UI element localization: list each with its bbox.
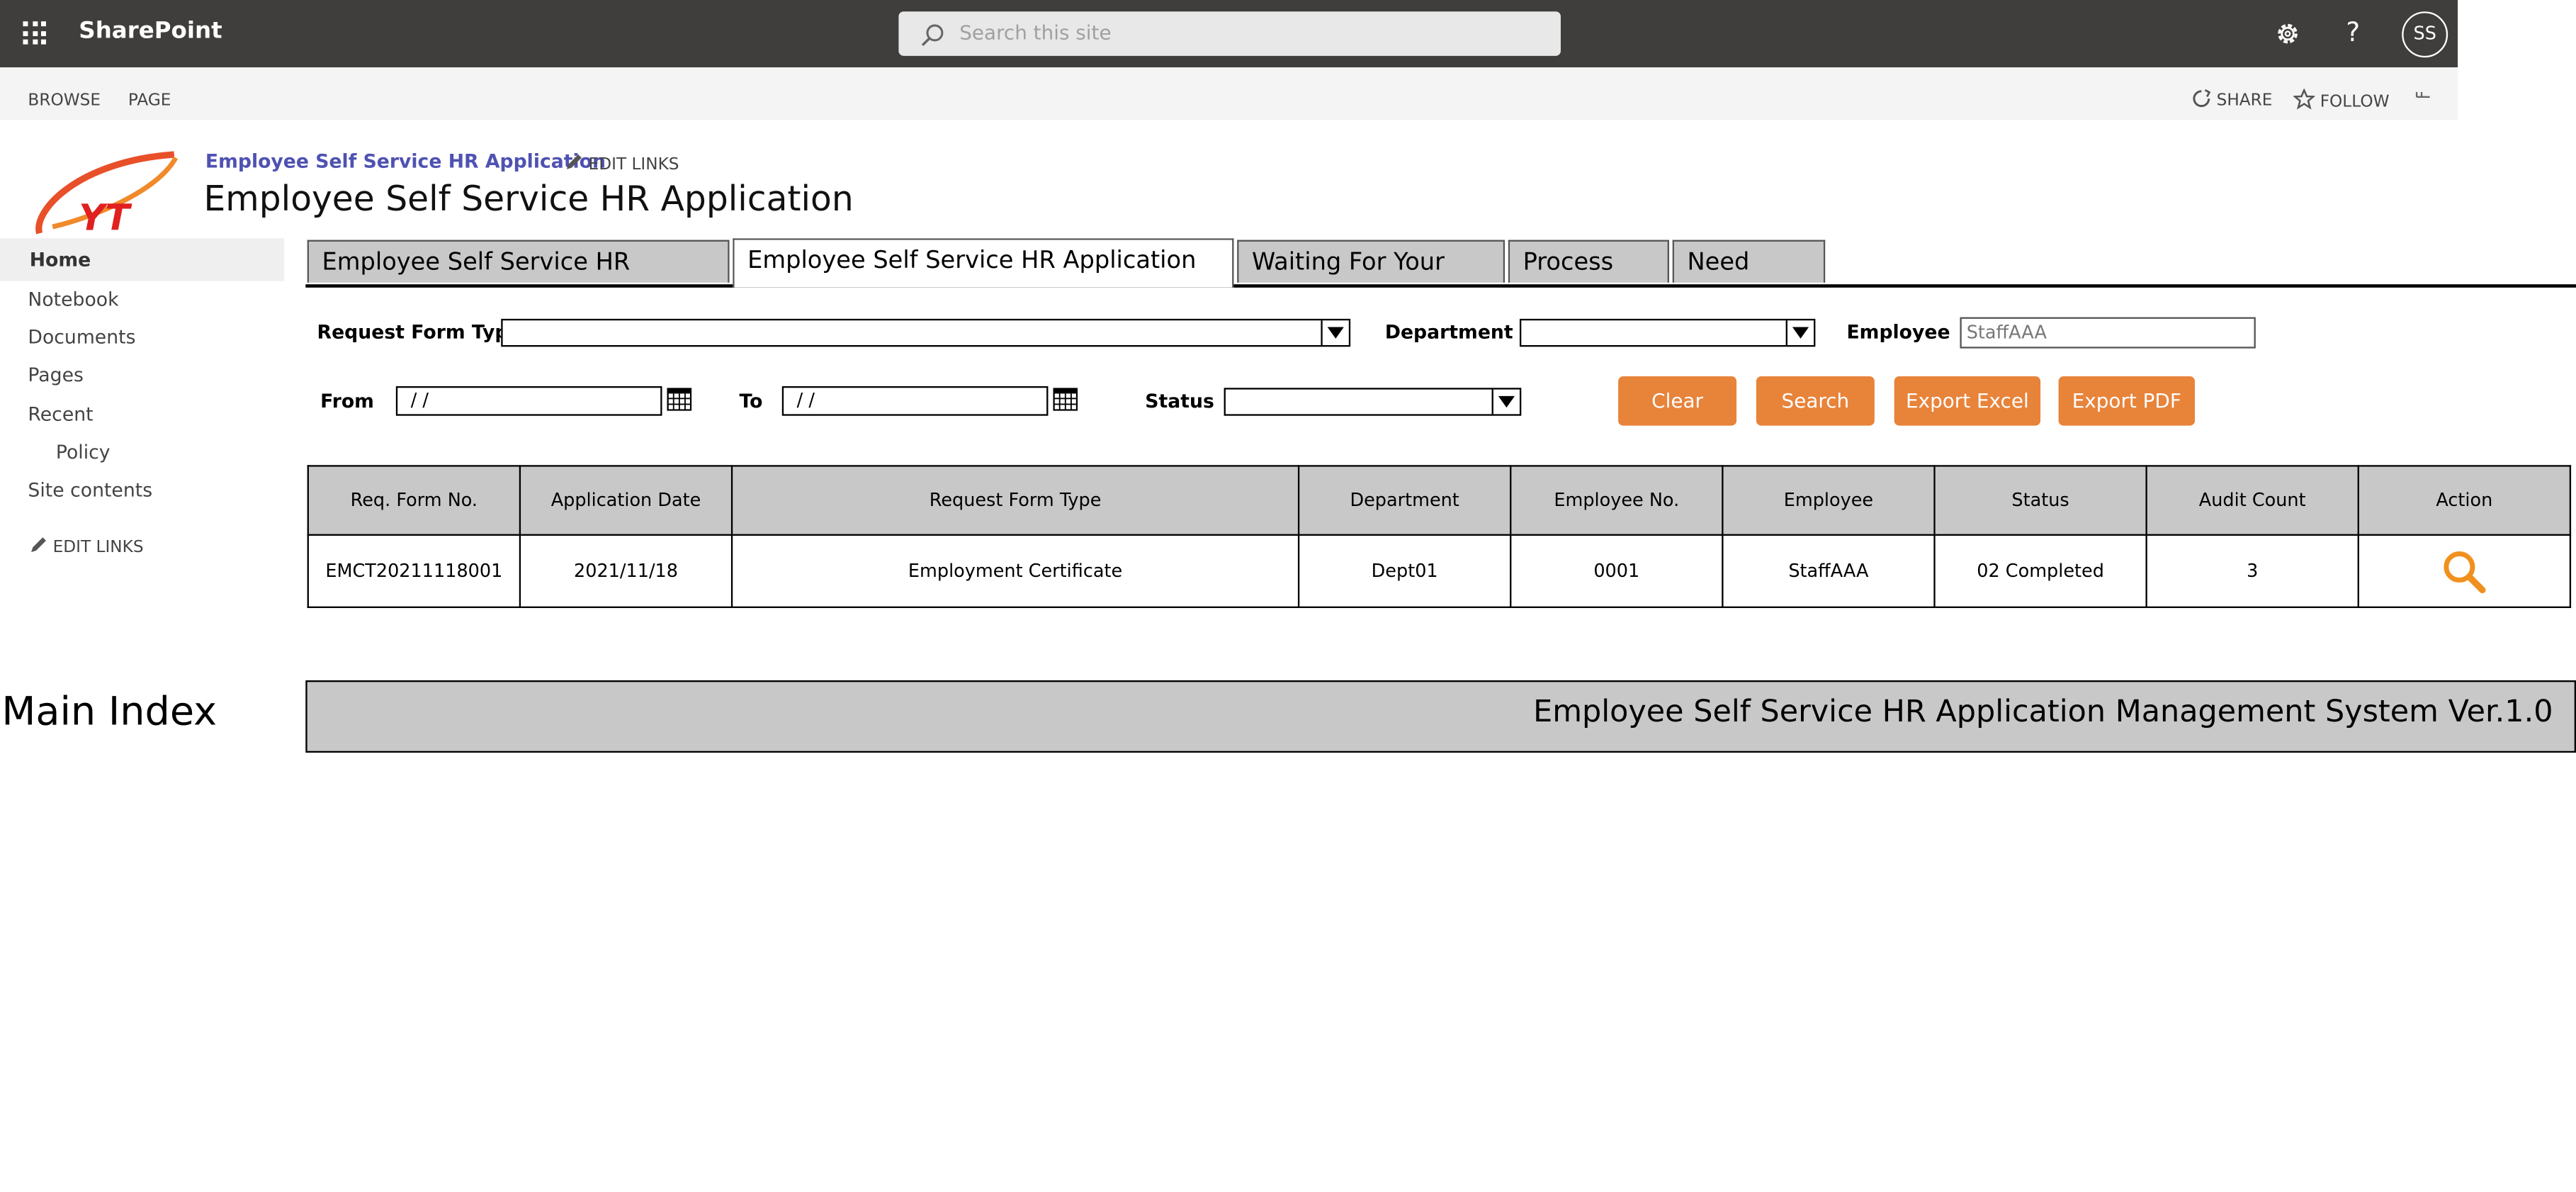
pencil-icon bbox=[31, 537, 46, 553]
employee-label: Employee bbox=[1846, 320, 1950, 344]
magnifier-icon[interactable] bbox=[2441, 548, 2487, 594]
follow-button[interactable]: FOLLOW bbox=[2292, 88, 2390, 112]
request-form-type-select[interactable] bbox=[501, 318, 1351, 347]
column-header[interactable]: Department bbox=[1297, 465, 1512, 536]
main-index-link[interactable]: Main Index bbox=[1, 689, 217, 735]
edit-links-nav[interactable]: EDIT LINKS bbox=[30, 536, 144, 557]
status-select[interactable] bbox=[1224, 388, 1522, 416]
chevron-down-icon[interactable] bbox=[1491, 389, 1520, 415]
from-label: From bbox=[320, 389, 374, 413]
cell-application-date: 2021/11/18 bbox=[519, 534, 733, 608]
focus-content-icon[interactable] bbox=[2415, 91, 2431, 104]
calendar-icon[interactable] bbox=[667, 388, 692, 411]
nav-item-home[interactable]: Home bbox=[30, 248, 91, 271]
edit-links-header[interactable]: EDIT LINKS bbox=[565, 153, 679, 174]
site-logo[interactable]: YT bbox=[30, 145, 181, 240]
cell-employee-no: 0001 bbox=[1510, 534, 1724, 608]
ribbon-tab-page[interactable]: PAGE bbox=[128, 92, 171, 111]
cell-employee: StaffAAA bbox=[1722, 534, 1936, 608]
edit-links-label: EDIT LINKS bbox=[588, 156, 679, 174]
tab-application[interactable]: Employee Self Service HR Application bbox=[307, 240, 730, 283]
chevron-down-icon[interactable] bbox=[1785, 320, 1814, 345]
share-icon bbox=[2193, 89, 2211, 108]
search-box[interactable]: Search this site bbox=[898, 11, 1561, 56]
request-form-type-label: Request Form Type bbox=[317, 320, 521, 344]
export-pdf-button[interactable]: Export PDF bbox=[2058, 376, 2196, 426]
tab-process-flow[interactable]: Process Flow bbox=[1508, 240, 1670, 283]
pencil-icon bbox=[567, 154, 582, 169]
column-header[interactable]: Application Date bbox=[519, 465, 733, 536]
column-header: Action bbox=[2357, 465, 2572, 536]
nav-item-documents[interactable]: Documents bbox=[28, 325, 135, 348]
cell-audit-count: 3 bbox=[2145, 534, 2359, 608]
table-header-row: Req. Form No. Application Date Request F… bbox=[307, 465, 2572, 536]
tab-bar-baseline bbox=[305, 284, 2576, 288]
tab-need-help[interactable]: Need Help? bbox=[1672, 240, 1826, 283]
footer-text: Employee Self Service HR Application Man… bbox=[1533, 695, 2553, 730]
follow-label: FOLLOW bbox=[2320, 94, 2390, 112]
column-header[interactable]: Req. Form No. bbox=[307, 465, 521, 536]
column-header[interactable]: Employee No. bbox=[1510, 465, 1724, 536]
nav-item-site-contents[interactable]: Site contents bbox=[28, 478, 152, 501]
employee-field[interactable]: StaffAAA bbox=[1960, 317, 2256, 349]
column-header[interactable]: Status bbox=[1933, 465, 2147, 536]
ribbon-tab-browse[interactable]: BROWSE bbox=[28, 92, 101, 111]
nav-item-policy[interactable]: Policy bbox=[56, 440, 111, 463]
footer-banner: Employee Self Service HR Application Man… bbox=[305, 680, 2576, 753]
page-title: Employee Self Service HR Application bbox=[203, 179, 854, 219]
app-name[interactable]: SharePoint bbox=[79, 18, 222, 45]
results-table: Req. Form No. Application Date Request F… bbox=[307, 465, 2572, 608]
app-launcher-icon[interactable] bbox=[23, 21, 46, 45]
nav-item-notebook[interactable]: Notebook bbox=[28, 288, 118, 310]
tab-waiting-for-input[interactable]: Waiting For Your Input bbox=[1237, 240, 1506, 283]
column-header[interactable]: Employee bbox=[1722, 465, 1936, 536]
gear-icon[interactable] bbox=[2273, 20, 2301, 47]
breadcrumb[interactable]: Employee Self Service HR Application bbox=[205, 150, 606, 172]
avatar[interactable]: SS bbox=[2402, 11, 2448, 58]
search-placeholder: Search this site bbox=[959, 21, 1112, 45]
status-label: Status bbox=[1145, 389, 1214, 413]
cell-req-form-no: EMCT20211118001 bbox=[307, 534, 521, 608]
help-icon[interactable]: ? bbox=[2346, 16, 2360, 47]
calendar-icon[interactable] bbox=[1053, 388, 1078, 411]
cell-request-form-type: Employment Certificate bbox=[730, 534, 1300, 608]
chevron-down-icon[interactable] bbox=[1321, 320, 1348, 345]
department-select[interactable] bbox=[1519, 318, 1816, 347]
ribbon bbox=[0, 67, 2458, 120]
clear-button[interactable]: Clear bbox=[1618, 376, 1737, 426]
share-label: SHARE bbox=[2216, 91, 2273, 111]
search-icon bbox=[921, 24, 944, 47]
column-header[interactable]: Request Form Type bbox=[730, 465, 1300, 536]
logo-text: YT bbox=[79, 198, 132, 240]
share-button[interactable]: SHARE bbox=[2191, 89, 2272, 110]
column-header[interactable]: Audit Count bbox=[2145, 465, 2359, 536]
search-button[interactable]: Search bbox=[1756, 376, 1875, 426]
from-date-field[interactable]: / / bbox=[395, 386, 662, 416]
nav-item-recent[interactable]: Recent bbox=[28, 403, 93, 425]
export-excel-button[interactable]: Export Excel bbox=[1894, 376, 2041, 426]
department-label: Department bbox=[1384, 320, 1513, 344]
to-date-field[interactable]: / / bbox=[781, 386, 1049, 416]
star-icon bbox=[2292, 88, 2316, 110]
tab-application-history[interactable]: Employee Self Service HR Application His… bbox=[733, 238, 1234, 288]
edit-links-nav-label: EDIT LINKS bbox=[52, 539, 144, 558]
cell-action bbox=[2357, 534, 2572, 608]
to-label: To bbox=[739, 389, 763, 413]
table-row: EMCT20211118001 2021/11/18 Employment Ce… bbox=[307, 534, 2572, 608]
cell-status: 02 Completed bbox=[1933, 534, 2147, 608]
nav-item-pages[interactable]: Pages bbox=[28, 363, 83, 386]
cell-department: Dept01 bbox=[1297, 534, 1512, 608]
